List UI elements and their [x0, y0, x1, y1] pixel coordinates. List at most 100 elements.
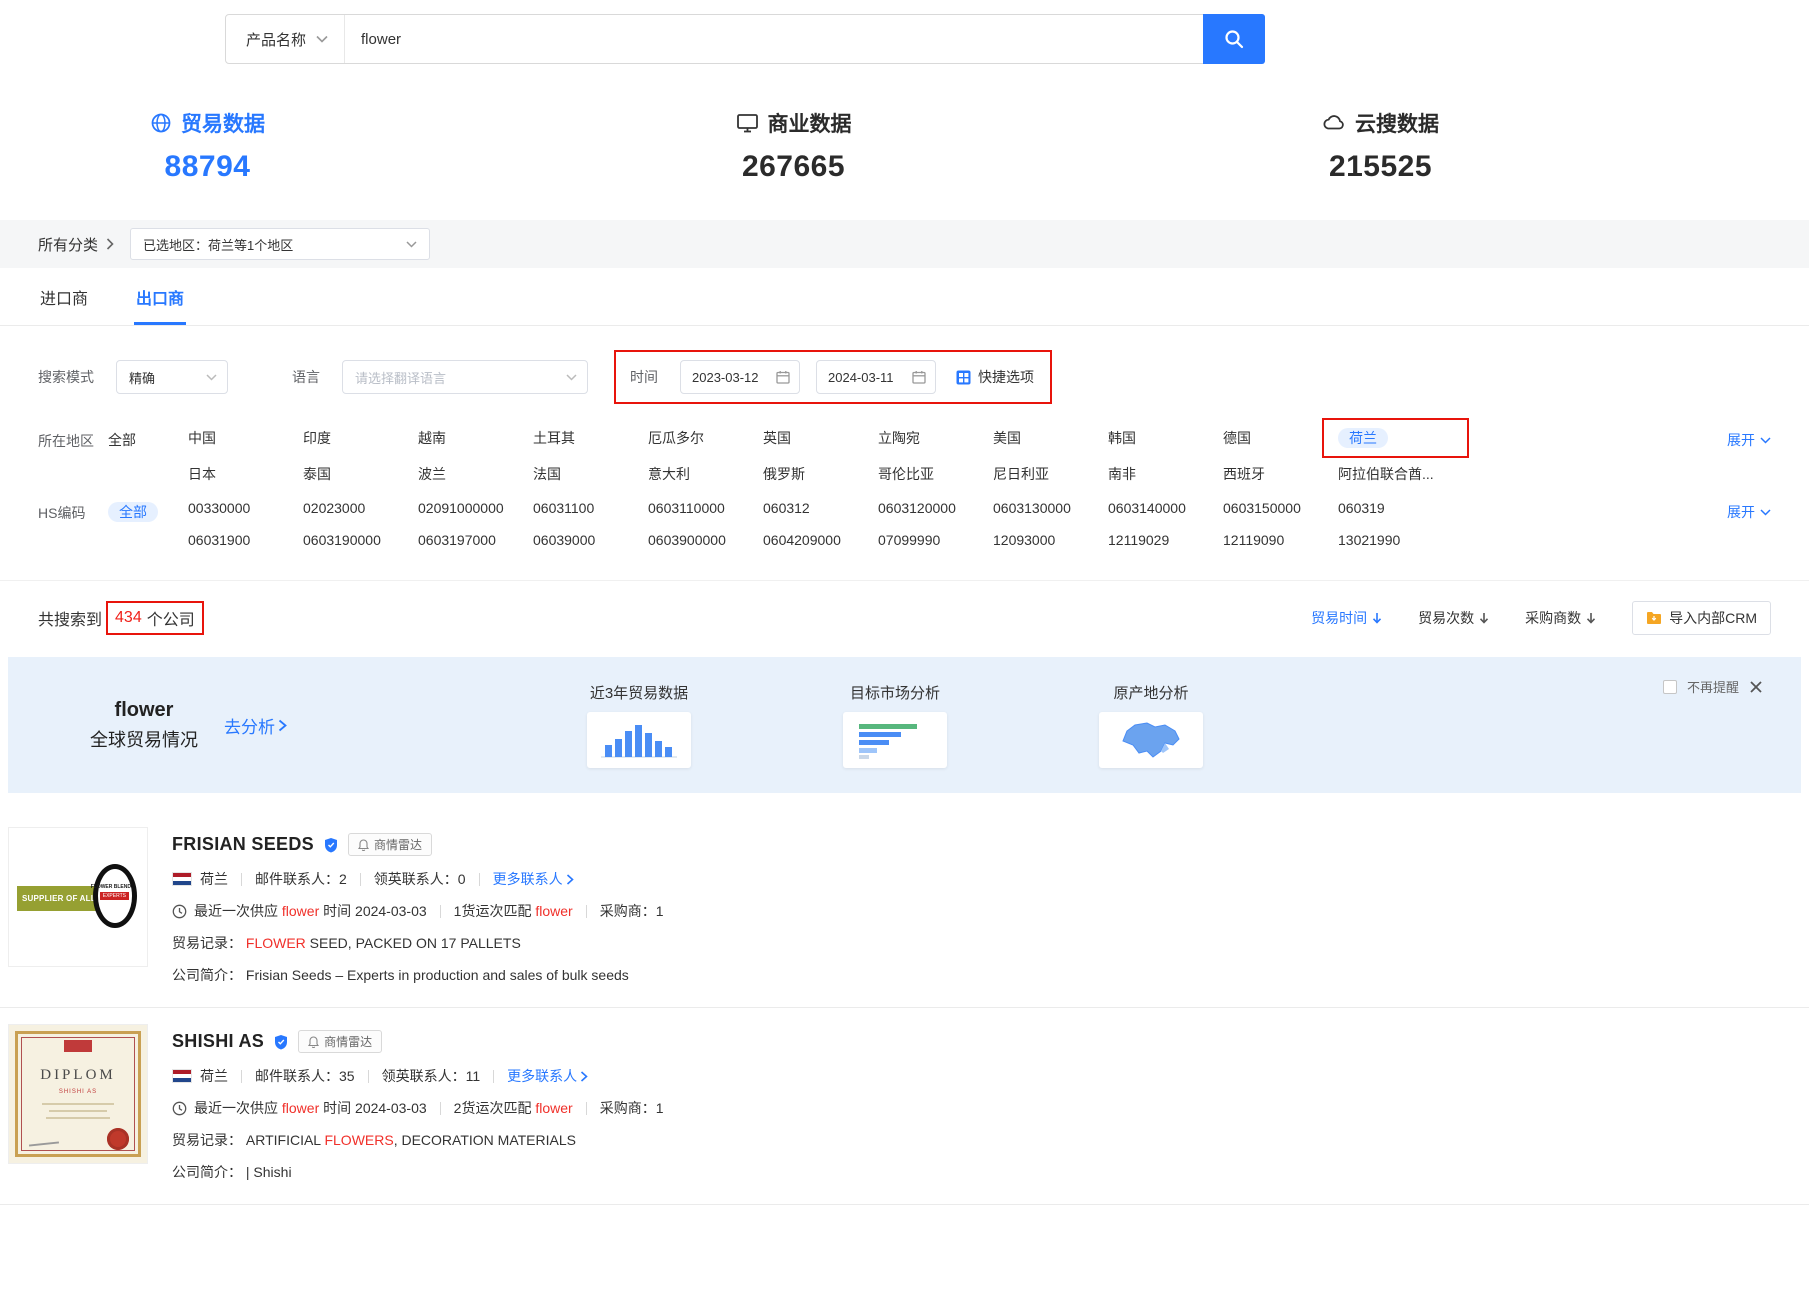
time-filter-group: 时间 2023-03-12 2024-03-11 快捷选项 — [614, 350, 1052, 404]
region-chip[interactable]: 英国 — [763, 428, 791, 448]
date-from-input[interactable]: 2023-03-12 — [680, 360, 800, 394]
supply-keyword: flower — [282, 1100, 319, 1116]
monitor-icon — [736, 112, 759, 134]
language-select[interactable]: 请选择翻译语言 — [342, 360, 588, 394]
company-name[interactable]: FRISIAN SEEDS — [172, 834, 314, 855]
stat-value: 88794 — [165, 150, 251, 184]
company-name[interactable]: SHISHI AS — [172, 1031, 264, 1052]
region-chip[interactable]: 日本 — [188, 464, 216, 484]
supply-date: 2024-03-03 — [355, 903, 427, 919]
region-chip[interactable]: 法国 — [533, 464, 561, 484]
region-expand-link[interactable]: 展开 — [1727, 428, 1771, 450]
hs-chip[interactable]: 0603150000 — [1223, 500, 1301, 516]
region-chip[interactable]: 阿拉伯联合酋... — [1338, 464, 1434, 484]
company-country: 荷兰 — [200, 1066, 228, 1086]
sort-trade-time[interactable]: 贸易时间 — [1311, 608, 1382, 628]
hs-chip[interactable]: 00330000 — [188, 500, 250, 516]
region-chip[interactable]: 南非 — [1108, 464, 1136, 484]
breadcrumb[interactable]: 所有分类 — [38, 234, 114, 255]
region-chip[interactable]: 意大利 — [648, 464, 690, 484]
hs-chip[interactable]: 02023000 — [303, 500, 365, 516]
region-chip[interactable]: 尼日利亚 — [993, 464, 1049, 484]
more-contacts-link[interactable]: 更多联系人 — [493, 869, 574, 889]
date-to-input[interactable]: 2024-03-11 — [816, 360, 936, 394]
region-chip[interactable]: 西班牙 — [1223, 464, 1265, 484]
search-mode-select[interactable]: 精确 — [116, 360, 228, 394]
region-chip[interactable]: 印度 — [303, 428, 331, 448]
region-chip[interactable]: 德国 — [1223, 428, 1251, 448]
selected-region-dropdown[interactable]: 已选地区：荷兰等1个地区 — [130, 228, 430, 260]
region-chip[interactable]: 美国 — [993, 428, 1021, 448]
email-contacts-label: 邮件联系人： — [255, 1066, 339, 1086]
shipments-text: 2货运次匹配 — [454, 1098, 532, 1118]
region-chip[interactable]: 韩国 — [1108, 428, 1136, 448]
arrow-down-icon — [1372, 612, 1382, 624]
banner-card-target-market[interactable]: 目标市场分析 — [843, 682, 947, 768]
import-crm-button[interactable]: 导入内部CRM — [1632, 601, 1771, 635]
hs-chip[interactable]: 0603130000 — [993, 500, 1071, 516]
dismiss-checkbox[interactable] — [1663, 680, 1677, 694]
stat-trade-data[interactable]: 贸易数据 88794 — [150, 108, 265, 184]
hs-chip[interactable]: 06031100 — [533, 500, 594, 516]
hs-chip[interactable]: 0603190000 — [303, 532, 381, 548]
hs-chip[interactable]: 0603140000 — [1108, 500, 1186, 516]
quick-options-button[interactable]: 快捷选项 — [956, 367, 1034, 387]
hs-chip[interactable]: 12119090 — [1223, 532, 1284, 548]
search-category-select[interactable]: 产品名称 — [226, 15, 345, 63]
region-chip[interactable]: 俄罗斯 — [763, 464, 805, 484]
sort-trade-count[interactable]: 贸易次数 — [1418, 608, 1489, 628]
hs-chip[interactable]: 06039000 — [533, 532, 595, 548]
sort-buyer-count[interactable]: 采购商数 — [1525, 608, 1596, 628]
close-icon[interactable] — [1749, 680, 1763, 694]
hs-chip[interactable]: 06031900 — [188, 532, 250, 548]
hs-chip[interactable]: 0603120000 — [878, 500, 956, 516]
calendar-icon — [912, 370, 926, 384]
hs-chip[interactable]: 12093000 — [993, 532, 1055, 548]
region-chip[interactable]: 波兰 — [418, 464, 446, 484]
business-radar-label: 商情雷达 — [324, 1033, 372, 1050]
shield-icon — [324, 837, 338, 853]
search-button[interactable] — [1203, 14, 1265, 64]
tab-exporter[interactable]: 出口商 — [134, 268, 186, 325]
divider — [440, 1102, 441, 1115]
hs-code-filter-row: HS编码 全部 00330000 02023000 02091000000 06… — [38, 500, 1771, 548]
region-chip[interactable]: 厄瓜多尔 — [648, 428, 704, 448]
shipments-text: 1货运次匹配 — [454, 901, 532, 921]
go-analyze-link[interactable]: 去分析 — [224, 713, 287, 738]
banner-card-origin[interactable]: 原产地分析 — [1099, 682, 1203, 768]
hs-chip[interactable]: 02091000000 — [418, 500, 504, 516]
region-chip[interactable]: 越南 — [418, 428, 446, 448]
buyers-count: 1 — [656, 903, 664, 919]
region-chip[interactable]: 泰国 — [303, 464, 331, 484]
hs-chip[interactable]: 060312 — [763, 500, 810, 516]
region-chip-all[interactable]: 全部 — [108, 432, 136, 448]
region-chip[interactable]: 立陶宛 — [878, 428, 920, 448]
hs-chip[interactable]: 0604209000 — [763, 532, 841, 548]
region-chip[interactable]: 中国 — [188, 428, 216, 448]
hs-chip[interactable]: 0603197000 — [418, 532, 496, 548]
hs-chip[interactable]: 060319 — [1338, 500, 1385, 516]
import-crm-label: 导入内部CRM — [1669, 608, 1757, 628]
business-radar-tag[interactable]: 商情雷达 — [348, 833, 432, 856]
hs-chip[interactable]: 07099990 — [878, 532, 940, 548]
more-contacts-link[interactable]: 更多联系人 — [507, 1066, 588, 1086]
stat-business-data[interactable]: 商业数据 267665 — [736, 108, 852, 184]
bell-icon — [358, 839, 369, 851]
divider — [241, 1070, 242, 1083]
results-header: 共搜索到 434 个公司 贸易时间 贸易次数 采购商数 导入内部CR — [0, 580, 1809, 653]
search-input[interactable] — [345, 15, 1203, 63]
business-radar-tag[interactable]: 商情雷达 — [298, 1030, 382, 1053]
region-chip-netherlands[interactable]: 荷兰 — [1338, 428, 1388, 448]
region-chip[interactable]: 哥伦比亚 — [878, 464, 934, 484]
tab-importer[interactable]: 进口商 — [38, 268, 90, 325]
hs-chip[interactable]: 13021990 — [1338, 532, 1400, 548]
hs-chip[interactable]: 12119029 — [1108, 532, 1169, 548]
region-chip[interactable]: 土耳其 — [533, 428, 575, 448]
hs-chip[interactable]: 0603110000 — [648, 500, 725, 516]
hs-chip-all[interactable]: 全部 — [108, 502, 158, 522]
banner-card-trade-3y[interactable]: 近3年贸易数据 — [587, 682, 691, 768]
hs-expand-link[interactable]: 展开 — [1727, 500, 1771, 522]
stat-cloud-data[interactable]: 云搜数据 215525 — [1322, 108, 1439, 184]
filters-panel: 搜索模式 精确 语言 请选择翻译语言 时间 2023-03-12 2024-03… — [0, 326, 1809, 574]
hs-chip[interactable]: 0603900000 — [648, 532, 726, 548]
